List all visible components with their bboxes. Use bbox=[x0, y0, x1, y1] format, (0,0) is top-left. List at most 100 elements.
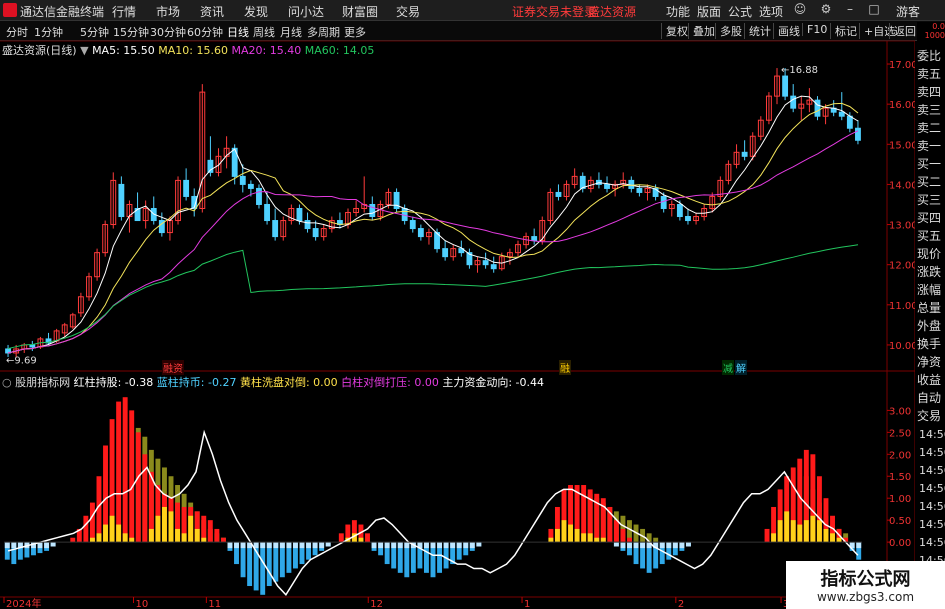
watermark-url: www.zbgs3.com bbox=[816, 590, 915, 604]
ind-y-tick-label: 3.00 bbox=[889, 406, 911, 417]
candle-body bbox=[660, 195, 667, 209]
white-bar bbox=[640, 542, 646, 549]
white-bar bbox=[613, 542, 619, 547]
x-tick-label: 12 bbox=[370, 599, 383, 609]
sidebar-item[interactable]: 买二 bbox=[917, 173, 945, 191]
white-bar bbox=[260, 542, 266, 549]
sidebar-item[interactable]: 换手 bbox=[917, 335, 945, 353]
sidebar-item[interactable]: 买三 bbox=[917, 191, 945, 209]
candle-body bbox=[676, 203, 683, 218]
red-bar bbox=[116, 401, 122, 543]
y-tick-label: 10.00 bbox=[889, 341, 918, 352]
white-bar bbox=[319, 542, 325, 549]
event-marker-unlock[interactable]: 解 bbox=[735, 360, 747, 375]
candle-body bbox=[846, 115, 853, 129]
yellow-bar bbox=[816, 520, 822, 543]
indicator-name[interactable]: 股朋指标网 bbox=[15, 376, 70, 389]
blue-cash-label: 蓝柱持币: -0.27 bbox=[156, 376, 237, 389]
legend-settings-icon[interactable]: ▼ bbox=[80, 44, 88, 57]
yellow-bar bbox=[554, 528, 560, 543]
sidebar-item[interactable]: 买一 bbox=[917, 155, 945, 173]
candle-body bbox=[741, 151, 748, 157]
watermark-title: 指标公式网 bbox=[820, 569, 911, 590]
sidebar-item[interactable]: 涨跌 bbox=[917, 263, 945, 281]
sidebar-item[interactable]: 涨幅 bbox=[917, 281, 945, 299]
yellow-bar bbox=[129, 537, 135, 543]
sidebar-item[interactable]: 卖四 bbox=[917, 83, 945, 101]
candle-body bbox=[782, 75, 789, 97]
candle-body bbox=[304, 220, 311, 230]
white-bar bbox=[325, 542, 331, 547]
yellow-bar bbox=[771, 533, 777, 543]
sidebar-item[interactable]: 总量 bbox=[917, 299, 945, 317]
red-bar bbox=[365, 533, 370, 543]
ma20-label: MA20: 15.40 bbox=[231, 44, 302, 57]
x-tick-label: 11 bbox=[208, 599, 221, 609]
sidebar-item[interactable]: 卖五 bbox=[917, 65, 945, 83]
white-bar bbox=[266, 542, 272, 549]
event-marker-financing[interactable]: 融 bbox=[559, 360, 571, 375]
sidebar-item[interactable]: 卖二 bbox=[917, 119, 945, 137]
white-bar bbox=[620, 542, 626, 549]
white-bar bbox=[443, 542, 449, 549]
chart-canvas[interactable]: 10.0011.0012.0013.0014.0015.0016.0017.00… bbox=[0, 0, 945, 609]
event-marker-reduce[interactable]: 减 bbox=[722, 360, 734, 375]
candle-body bbox=[855, 127, 861, 141]
candle-body bbox=[369, 203, 376, 218]
white-bar bbox=[273, 542, 279, 549]
sidebar-item[interactable]: 买五 bbox=[917, 227, 945, 245]
yellow-bar bbox=[96, 533, 102, 543]
sidebar-item[interactable]: 卖三 bbox=[917, 101, 945, 119]
candle-body bbox=[555, 191, 562, 197]
white-bar bbox=[666, 542, 672, 549]
ma60-line bbox=[7, 244, 859, 350]
white-bar bbox=[463, 542, 469, 549]
candle-body bbox=[118, 183, 125, 218]
yellow-bar bbox=[109, 515, 115, 543]
ma5-line bbox=[7, 95, 859, 354]
white-bar bbox=[456, 542, 462, 549]
sidebar-item[interactable]: 收益 bbox=[917, 371, 945, 389]
candle-body bbox=[814, 99, 821, 117]
white-bar bbox=[404, 542, 410, 549]
red-bar bbox=[214, 528, 220, 543]
yellow-bar bbox=[581, 533, 587, 543]
yellow-bar bbox=[777, 520, 783, 543]
white-bar bbox=[659, 542, 665, 549]
indicator-settings-icon[interactable]: ○ bbox=[2, 376, 12, 389]
red-bar bbox=[620, 528, 626, 543]
yellow-bar bbox=[568, 524, 573, 543]
trade-time: 14:56 bbox=[919, 518, 945, 531]
white-bar bbox=[234, 542, 239, 549]
sidebar-item[interactable]: 买四 bbox=[917, 209, 945, 227]
ind-y-tick-label: 1.50 bbox=[889, 472, 911, 483]
red-hold-label: 红柱持股: -0.38 bbox=[73, 376, 154, 389]
ma10-line bbox=[7, 102, 859, 354]
yellow-bar bbox=[600, 537, 606, 543]
sidebar-item[interactable]: 交易 bbox=[917, 407, 945, 425]
yellow-bar bbox=[358, 537, 364, 543]
red-bar bbox=[338, 533, 344, 543]
sidebar-item[interactable]: 卖一 bbox=[917, 137, 945, 155]
sidebar-item[interactable]: 现价 bbox=[917, 245, 945, 263]
red-bar bbox=[89, 502, 95, 543]
sidebar-item[interactable]: 委比 bbox=[917, 47, 945, 65]
white-bar bbox=[672, 542, 678, 549]
ind-y-tick-label: 2.50 bbox=[889, 428, 911, 439]
white-bar bbox=[397, 542, 403, 549]
event-marker-margin[interactable]: 融资 bbox=[162, 360, 184, 375]
candle-body bbox=[256, 187, 262, 205]
sidebar-item[interactable]: 净资 bbox=[917, 353, 945, 371]
sidebar-item[interactable]: 自动 bbox=[917, 389, 945, 407]
candle-body bbox=[296, 207, 303, 222]
sidebar-item[interactable]: 外盘 bbox=[917, 317, 945, 335]
white-bar bbox=[476, 542, 482, 547]
white-bar bbox=[4, 542, 10, 549]
chart-title[interactable]: 盛达资源(日线) bbox=[2, 44, 77, 57]
y-tick-label: 17.00 bbox=[889, 60, 918, 71]
x-tick-label: 2024年 bbox=[6, 597, 41, 609]
red-bar bbox=[207, 520, 213, 543]
white-bar bbox=[430, 542, 436, 549]
candle-body bbox=[264, 203, 270, 222]
red-bar bbox=[135, 432, 141, 543]
